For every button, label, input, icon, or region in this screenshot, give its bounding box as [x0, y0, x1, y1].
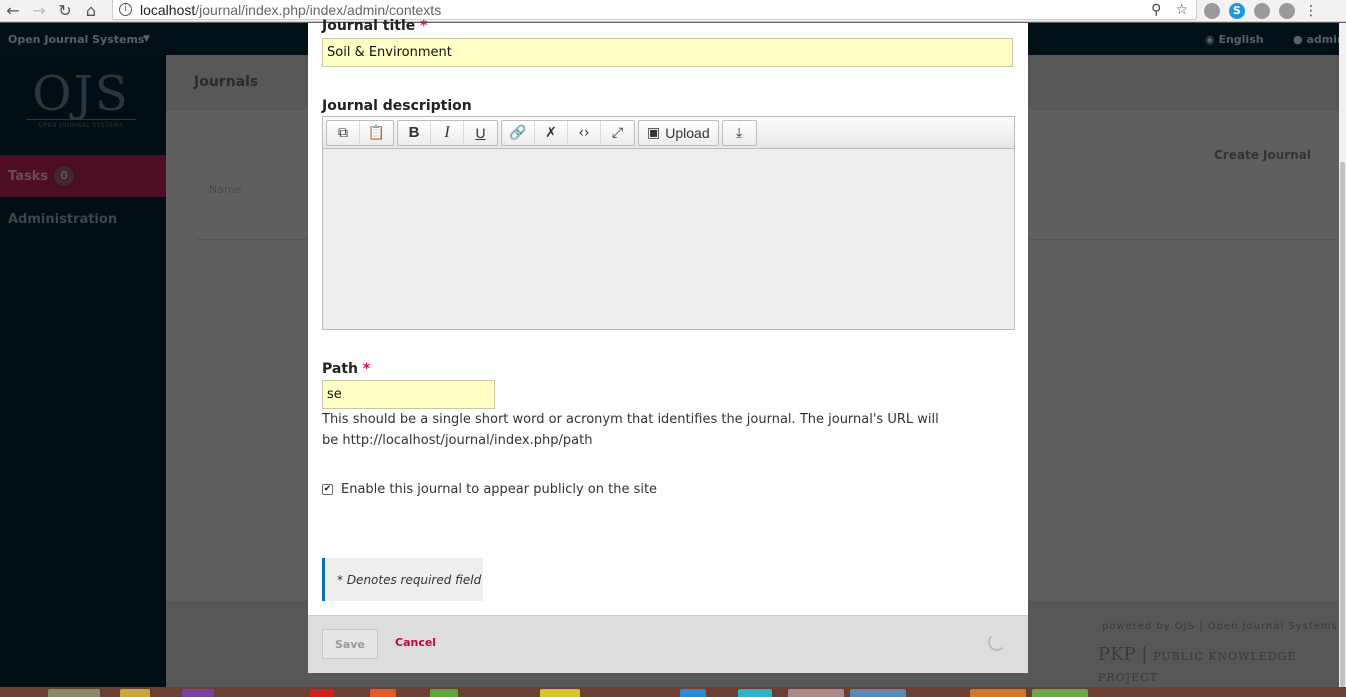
- insert-group: 🔗 ✗ ‹› ⤢: [501, 119, 635, 146]
- loading-spinner-icon: [988, 633, 1006, 651]
- download-group: ⤓: [721, 119, 757, 146]
- page-title: Journals: [194, 74, 259, 90]
- tasks-count-badge: 0: [54, 166, 75, 186]
- taskbar-app-icon[interactable]: [120, 689, 150, 697]
- taskbar-app-icon[interactable]: [738, 689, 772, 697]
- modal-footer: Save Cancel: [308, 615, 1028, 673]
- scrollbar-thumb[interactable]: [1340, 162, 1345, 687]
- upload-group: ▣ Upload: [638, 119, 719, 146]
- taskbar-app-icon[interactable]: [310, 689, 334, 697]
- create-journal-button[interactable]: Create Journal: [1214, 148, 1311, 162]
- taskbar-app-icon[interactable]: [48, 689, 100, 697]
- save-button[interactable]: Save: [322, 629, 378, 659]
- journal-description-editor[interactable]: ⧉ 📋 B I U 🔗 ✗ ‹› ⤢ ▣ Upload ⤓: [322, 116, 1015, 330]
- zoom-icon[interactable]: ⚲: [1151, 2, 1161, 18]
- underline-icon[interactable]: U: [464, 121, 497, 145]
- address-url[interactable]: localhost/journal/index.php/index/admin/…: [140, 2, 441, 18]
- sidebar: OJS OPEN JOURNAL SYSTEMS Tasks 0 Adminis…: [0, 55, 166, 687]
- home-icon[interactable]: ⌂: [78, 0, 104, 22]
- taskbar-app-icon[interactable]: [680, 689, 706, 697]
- sidebar-item-administration[interactable]: Administration: [8, 212, 117, 227]
- copy-icon[interactable]: ⧉: [327, 120, 360, 145]
- sidebar-item-tasks[interactable]: Tasks 0: [0, 155, 166, 197]
- enable-public-label[interactable]: Enable this journal to appear publicly o…: [341, 482, 657, 497]
- taskbar-app-icon[interactable]: [788, 689, 844, 697]
- language-menu[interactable]: ◉ English: [1205, 33, 1264, 46]
- taskbar-app-icon[interactable]: [430, 689, 458, 697]
- site-info-icon[interactable]: i: [119, 3, 132, 16]
- taskbar-app-icon[interactable]: [850, 689, 906, 697]
- format-group: B I U: [397, 119, 498, 146]
- taskbar-app-icon[interactable]: [540, 689, 580, 697]
- fullscreen-icon[interactable]: ⤢: [601, 121, 634, 145]
- back-arrow-icon[interactable]: ←: [0, 0, 26, 22]
- caret-down-icon[interactable]: ▼: [143, 34, 150, 44]
- editor-toolbar: ⧉ 📋 B I U 🔗 ✗ ‹› ⤢ ▣ Upload ⤓: [323, 117, 1014, 149]
- cancel-button[interactable]: Cancel: [395, 636, 436, 649]
- ojs-logo[interactable]: OJS OPEN JOURNAL SYSTEMS: [26, 69, 136, 129]
- italic-icon[interactable]: I: [431, 120, 464, 145]
- path-label: Path *: [322, 361, 371, 377]
- taskbar-app-icon[interactable]: [182, 689, 214, 697]
- forward-arrow-icon[interactable]: →: [26, 0, 52, 22]
- browser-extensions: S ⋮: [1204, 0, 1318, 22]
- taskbar-app-icon[interactable]: [970, 689, 1026, 697]
- paste-icon[interactable]: 📋: [360, 121, 393, 145]
- os-taskbar: [0, 687, 1346, 697]
- extension-icon[interactable]: [1204, 3, 1220, 19]
- clipboard-group: ⧉ 📋: [326, 119, 394, 146]
- reload-icon[interactable]: ↻: [52, 0, 78, 22]
- upload-file-icon[interactable]: ⤓: [723, 121, 756, 145]
- site-switcher[interactable]: Open Journal Systems: [8, 33, 144, 46]
- path-input[interactable]: se: [322, 380, 495, 409]
- journal-title-label: Journal title *: [322, 18, 428, 34]
- upload-image-button[interactable]: ▣ Upload: [639, 121, 718, 145]
- unlink-icon[interactable]: ✗: [535, 120, 568, 145]
- path-help-text: This should be a single short word or ac…: [322, 412, 939, 448]
- pkp-logo[interactable]: PKP | PUBLIC KNOWLEDGE PROJECT: [1098, 644, 1346, 686]
- user-menu[interactable]: ● admin: [1293, 33, 1345, 46]
- powered-by-ojs[interactable]: powered by OJS | Open Journal Systems: [1102, 621, 1338, 632]
- journal-title-input[interactable]: Soil & Environment: [322, 38, 1013, 67]
- name-column-header: Name: [209, 183, 242, 196]
- enable-public-checkbox[interactable]: ✔: [322, 484, 333, 495]
- browser-menu-icon[interactable]: ⋮: [1304, 3, 1318, 19]
- link-icon[interactable]: 🔗: [502, 120, 535, 145]
- taskbar-app-icon[interactable]: [370, 689, 396, 697]
- bold-icon[interactable]: B: [398, 120, 431, 145]
- globe-extension-icon[interactable]: [1254, 3, 1270, 19]
- skype-extension-icon[interactable]: S: [1229, 3, 1245, 19]
- journal-description-label: Journal description: [322, 98, 472, 114]
- address-bar[interactable]: i localhost/journal/index.php/index/admi…: [112, 0, 1197, 20]
- enable-public-row: ✔ Enable this journal to appear publicly…: [322, 482, 657, 497]
- code-icon[interactable]: ‹›: [568, 120, 601, 145]
- extension-icon[interactable]: [1279, 3, 1295, 19]
- create-journal-modal: Journal title * Soil & Environment Journ…: [308, 18, 1028, 673]
- bookmark-star-icon[interactable]: ☆: [1175, 2, 1188, 18]
- taskbar-app-icon[interactable]: [1032, 689, 1088, 697]
- image-icon: ▣: [647, 124, 661, 140]
- required-field-note: * Denotes required field: [322, 558, 483, 601]
